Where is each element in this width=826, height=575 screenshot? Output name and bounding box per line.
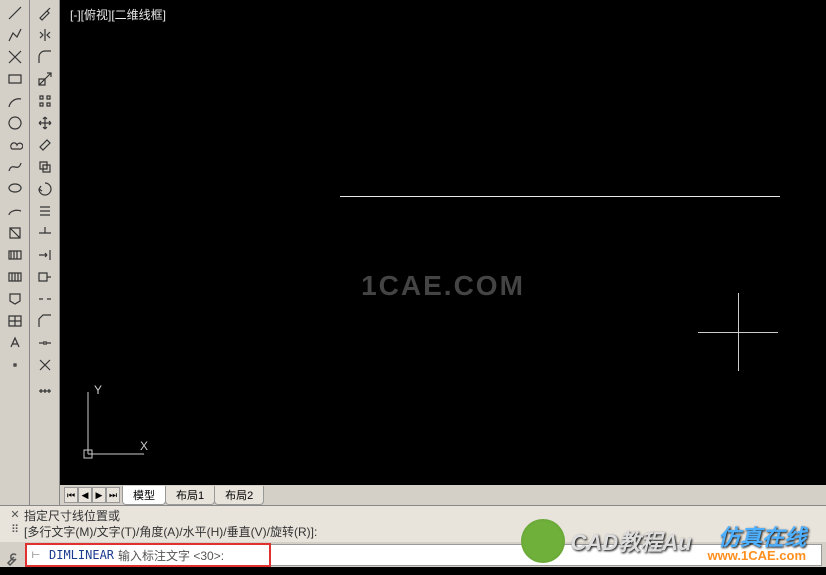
array-tool-button[interactable] [32, 90, 58, 112]
break-tool-button[interactable] [32, 288, 58, 310]
scale-tool-button[interactable] [32, 68, 58, 90]
command-history-line: [多行文字(M)/文字(T)/角度(A)/水平(H)/垂直(V)/旋转(R)]: [24, 524, 820, 540]
table-tool-button[interactable] [2, 310, 28, 332]
offset-tool-button[interactable] [32, 200, 58, 222]
layout-tab[interactable]: 布局2 [214, 486, 264, 505]
svg-text:Y: Y [94, 383, 102, 397]
ellipse-tool-button[interactable] [2, 178, 28, 200]
grad-tool-button[interactable] [2, 266, 28, 288]
brush-tool-button[interactable] [32, 2, 58, 24]
wrench-icon[interactable] [4, 551, 20, 567]
layout-tab[interactable]: 模型 [122, 486, 166, 505]
dimension-line [340, 196, 780, 197]
command-close-icon[interactable]: ✕ [10, 508, 19, 521]
command-prompt: 输入标注文字 <30>: [118, 547, 224, 564]
rect-tool-button[interactable] [2, 68, 28, 90]
command-handle-icon[interactable]: ⠿ [11, 523, 19, 536]
circle-tool-button[interactable] [2, 112, 28, 134]
tab-nav-button[interactable]: ⏭ [106, 487, 120, 503]
spline-tool-button[interactable] [2, 156, 28, 178]
arc-tool-button[interactable] [2, 90, 28, 112]
layout-tab[interactable]: 布局1 [165, 486, 215, 505]
fillet-tool-button[interactable] [32, 46, 58, 68]
svg-text:X: X [140, 439, 148, 453]
tab-nav-button[interactable]: ◀ [78, 487, 92, 503]
ins-tool-button[interactable] [2, 222, 28, 244]
earc-tool-button[interactable] [2, 200, 28, 222]
hatch-tool-button[interactable] [2, 244, 28, 266]
canvas-watermark: 1CAE.COM [361, 270, 525, 302]
command-history: ✕ ⠿ 指定尺寸线位置或 [多行文字(M)/文字(T)/角度(A)/水平(H)/… [0, 506, 826, 542]
command-history-line: 指定尺寸线位置或 [24, 508, 820, 524]
point-tool-button[interactable] [2, 354, 28, 376]
pline-tool-button[interactable] [2, 24, 28, 46]
join-tool-button[interactable] [32, 332, 58, 354]
mtext-tool-button[interactable] [2, 332, 28, 354]
chamfer-tool-button[interactable] [32, 310, 58, 332]
command-area: ✕ ⠿ 指定尺寸线位置或 [多行文字(M)/文字(T)/角度(A)/水平(H)/… [0, 505, 826, 567]
erase-tool-button[interactable] [32, 134, 58, 156]
trim-tool-button[interactable] [32, 222, 58, 244]
tab-nav-button[interactable]: ▶ [92, 487, 106, 503]
rotate-tool-button[interactable] [32, 178, 58, 200]
ucs-icon[interactable]: Y X [78, 382, 148, 465]
drawing-canvas[interactable]: [-][俯视][二维线框] 1CAE.COM Y X ⏮◀▶⏭ 模型布局1布局2 [60, 0, 826, 505]
explode-tool-button[interactable] [32, 354, 58, 376]
layout-tab-bar: ⏮◀▶⏭ 模型布局1布局2 [60, 485, 826, 505]
stretch-tool-button[interactable] [32, 266, 58, 288]
layout-tabs: 模型布局1布局2 [122, 486, 263, 505]
main-area: [-][俯视][二维线框] 1CAE.COM Y X ⏮◀▶⏭ 模型布局1布局2 [0, 0, 826, 505]
extend-tool-button[interactable] [32, 244, 58, 266]
xline-tool-button[interactable] [2, 46, 28, 68]
tab-nav-buttons: ⏮◀▶⏭ [64, 487, 120, 503]
mirror-tool-button[interactable] [32, 24, 58, 46]
command-icon: ⊢ [27, 550, 45, 561]
ocloud-tool-button[interactable] [2, 134, 28, 156]
line-tool-button[interactable] [2, 2, 28, 24]
tab-nav-button[interactable]: ⏮ [64, 487, 78, 503]
move-tool-button[interactable] [32, 112, 58, 134]
viewport-label[interactable]: [-][俯视][二维线框] [70, 6, 166, 23]
command-name: DIMLINEAR [45, 548, 118, 562]
region-tool-button[interactable] [2, 288, 28, 310]
modify-toolbar [30, 0, 60, 505]
command-input[interactable]: ⊢ DIMLINEAR 输入标注文字 <30>: [26, 544, 822, 566]
draw-toolbar [0, 0, 30, 505]
copy-tool-button[interactable] [32, 156, 58, 178]
measure-tool-button[interactable] [32, 376, 58, 398]
